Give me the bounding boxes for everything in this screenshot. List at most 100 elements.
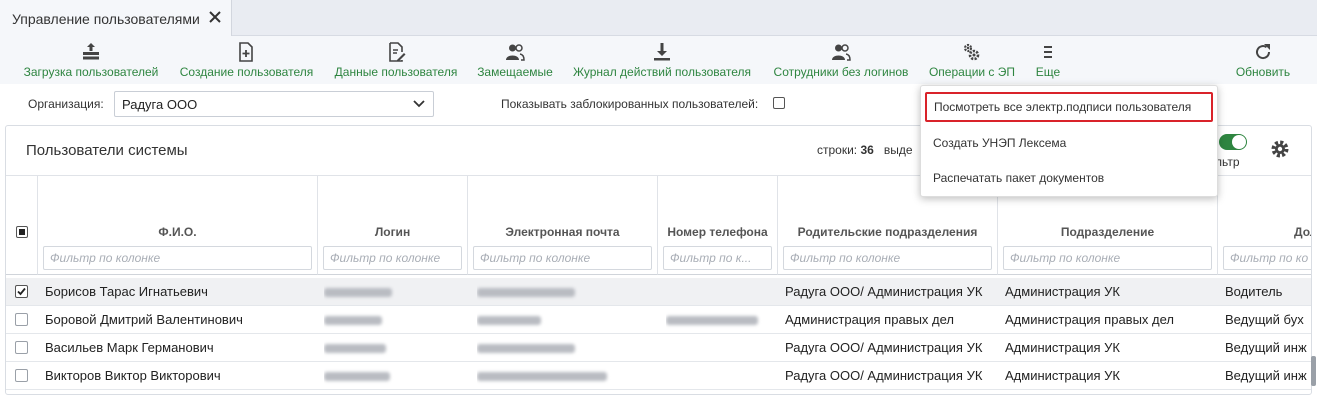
create-user-button[interactable]: Создание пользователя bbox=[176, 36, 317, 84]
filter-input[interactable] bbox=[44, 247, 311, 269]
column-header-phone[interactable]: Номер телефона bbox=[658, 175, 778, 275]
toolbar-label: Операции с ЭП bbox=[928, 65, 1016, 79]
cell-position: Ведущий инж bbox=[1225, 340, 1307, 355]
menu-item-label: Создать УНЭП Лексема bbox=[933, 136, 1067, 150]
close-icon[interactable] bbox=[208, 10, 222, 24]
cell-email-redacted bbox=[477, 362, 652, 390]
row-checkbox[interactable] bbox=[15, 369, 28, 382]
organization-select[interactable]: Радуга ООО bbox=[114, 91, 434, 117]
menu-item-view-signatures[interactable]: Посмотреть все электр.подписи пользовате… bbox=[925, 92, 1213, 122]
table-row[interactable]: Васильев Марк Германович Радуга ООО/ Адм… bbox=[6, 334, 1311, 362]
edit-file-icon bbox=[389, 42, 406, 62]
rows-count: 36 bbox=[860, 143, 874, 157]
column-filter-department[interactable] bbox=[1003, 246, 1212, 270]
refresh-icon bbox=[1256, 44, 1271, 60]
filter-input[interactable] bbox=[1004, 247, 1211, 269]
toolbar-label: Обновить bbox=[1235, 65, 1291, 79]
more-button[interactable]: Еще bbox=[1030, 36, 1066, 84]
cell-name: Васильев Марк Германович bbox=[45, 340, 214, 355]
column-label: Подразделение bbox=[1060, 225, 1155, 239]
cell-department: Администрация УК bbox=[1005, 284, 1121, 299]
filter-input[interactable] bbox=[324, 247, 461, 269]
upload-users-icon bbox=[83, 43, 99, 60]
column-filter-name[interactable] bbox=[43, 246, 312, 270]
tab-strip: Управление пользователями bbox=[0, 0, 1317, 36]
users-icon bbox=[506, 44, 525, 61]
user-activity-log-button[interactable]: Журнал действий пользователя bbox=[569, 36, 755, 84]
filter-toggle-label: льтр bbox=[1215, 155, 1240, 169]
cell-parent-department: Администрация правых дел bbox=[785, 312, 954, 327]
row-checkbox[interactable] bbox=[15, 341, 28, 354]
column-filter-position[interactable] bbox=[1223, 246, 1311, 270]
cell-department: Администрация УК bbox=[1005, 368, 1121, 383]
cell-position: Ведущий инж bbox=[1225, 368, 1307, 383]
panel-title: Пользователи системы bbox=[26, 142, 188, 159]
cell-department: Администрация УК bbox=[1005, 340, 1121, 355]
user-data-button[interactable]: Данные пользователя bbox=[330, 36, 462, 84]
column-filter-parent-departments[interactable] bbox=[783, 246, 992, 270]
row-checkbox[interactable] bbox=[15, 313, 28, 326]
filter-input[interactable] bbox=[1224, 247, 1311, 269]
rows-info: строки: 36 выде bbox=[817, 143, 913, 157]
show-blocked-label: Показывать заблокированных пользователей… bbox=[501, 97, 759, 111]
gears-icon bbox=[963, 43, 980, 61]
column-filter-phone[interactable] bbox=[663, 246, 772, 270]
column-header-position[interactable]: Дол bbox=[1218, 175, 1311, 275]
cell-login-redacted bbox=[324, 362, 464, 390]
chevron-down-icon bbox=[413, 100, 425, 108]
cell-position: Водитель bbox=[1225, 284, 1283, 299]
menu-item-label: Распечатать пакет документов bbox=[933, 171, 1105, 185]
column-filter-login[interactable] bbox=[323, 246, 462, 270]
column-label: Номер телефона bbox=[667, 225, 768, 239]
toolbar: Загрузка пользователей Создание пользова… bbox=[0, 36, 1317, 84]
table-row[interactable]: Викторов Виктор Викторович Радуга ООО/ А… bbox=[6, 362, 1311, 390]
tab-title: Управление пользователями bbox=[12, 11, 200, 27]
signature-operations-button[interactable]: Операции с ЭП bbox=[927, 36, 1017, 84]
refresh-button[interactable]: Обновить bbox=[1230, 36, 1296, 84]
filter-input[interactable] bbox=[784, 247, 991, 269]
gear-icon[interactable] bbox=[1269, 138, 1291, 160]
cell-parent-department: Радуга ООО/ Администрация УК bbox=[785, 284, 983, 299]
create-file-icon bbox=[239, 42, 253, 62]
toolbar-label: Еще bbox=[1035, 65, 1061, 79]
organization-label: Организация: bbox=[28, 97, 104, 111]
menu-item-create-unep[interactable]: Создать УНЭП Лексема bbox=[921, 128, 1217, 158]
employees-without-logins-button[interactable]: Сотрудники без логинов bbox=[768, 36, 914, 84]
row-checkbox[interactable] bbox=[15, 285, 28, 298]
column-label: Родительские подразделения bbox=[797, 225, 978, 239]
cell-email-redacted bbox=[477, 278, 652, 306]
menu-icon bbox=[1044, 46, 1052, 58]
cell-name: Борисов Тарас Игнатьевич bbox=[45, 284, 208, 299]
download-icon bbox=[654, 43, 670, 61]
column-label: Логин bbox=[374, 225, 411, 239]
cell-email-redacted bbox=[477, 306, 652, 334]
select-all-checkbox[interactable] bbox=[16, 226, 28, 238]
cell-email-redacted bbox=[477, 334, 652, 362]
table-row[interactable]: Борисов Тарас Игнатьевич Радуга ООО/ Адм… bbox=[6, 278, 1311, 306]
signature-operations-menu: Посмотреть все электр.подписи пользовате… bbox=[920, 85, 1218, 197]
show-blocked-checkbox[interactable] bbox=[773, 97, 785, 109]
column-header-email[interactable]: Электронная почта bbox=[468, 175, 658, 275]
substitutes-button[interactable]: Замещаемые bbox=[474, 36, 556, 84]
column-header-login[interactable]: Логин bbox=[318, 175, 468, 275]
upload-users-button[interactable]: Загрузка пользователей bbox=[18, 36, 164, 84]
cell-phone-redacted bbox=[666, 306, 776, 334]
cell-login-redacted bbox=[324, 306, 464, 334]
users-icon bbox=[832, 44, 851, 61]
menu-item-label: Посмотреть все электр.подписи пользовате… bbox=[934, 100, 1192, 114]
table-row[interactable]: Боровой Дмитрий Валентинович Администрац… bbox=[6, 306, 1311, 334]
filter-toggle[interactable] bbox=[1219, 134, 1247, 150]
tab-user-management[interactable]: Управление пользователями bbox=[0, 0, 232, 36]
filter-input[interactable] bbox=[474, 247, 651, 269]
cell-login-redacted bbox=[324, 334, 464, 362]
menu-item-print-documents[interactable]: Распечатать пакет документов bbox=[921, 163, 1217, 193]
column-filter-email[interactable] bbox=[473, 246, 652, 270]
toolbar-label: Журнал действий пользователя bbox=[572, 65, 752, 79]
toolbar-label: Данные пользователя bbox=[334, 65, 458, 79]
vertical-scrollbar[interactable] bbox=[1311, 356, 1316, 386]
column-header-name[interactable]: Ф.И.О. bbox=[38, 175, 318, 275]
toggle-knob bbox=[1232, 135, 1246, 149]
toolbar-label: Сотрудники без логинов bbox=[773, 65, 909, 79]
toolbar-label: Замещаемые bbox=[477, 65, 553, 79]
filter-input[interactable] bbox=[664, 247, 771, 269]
